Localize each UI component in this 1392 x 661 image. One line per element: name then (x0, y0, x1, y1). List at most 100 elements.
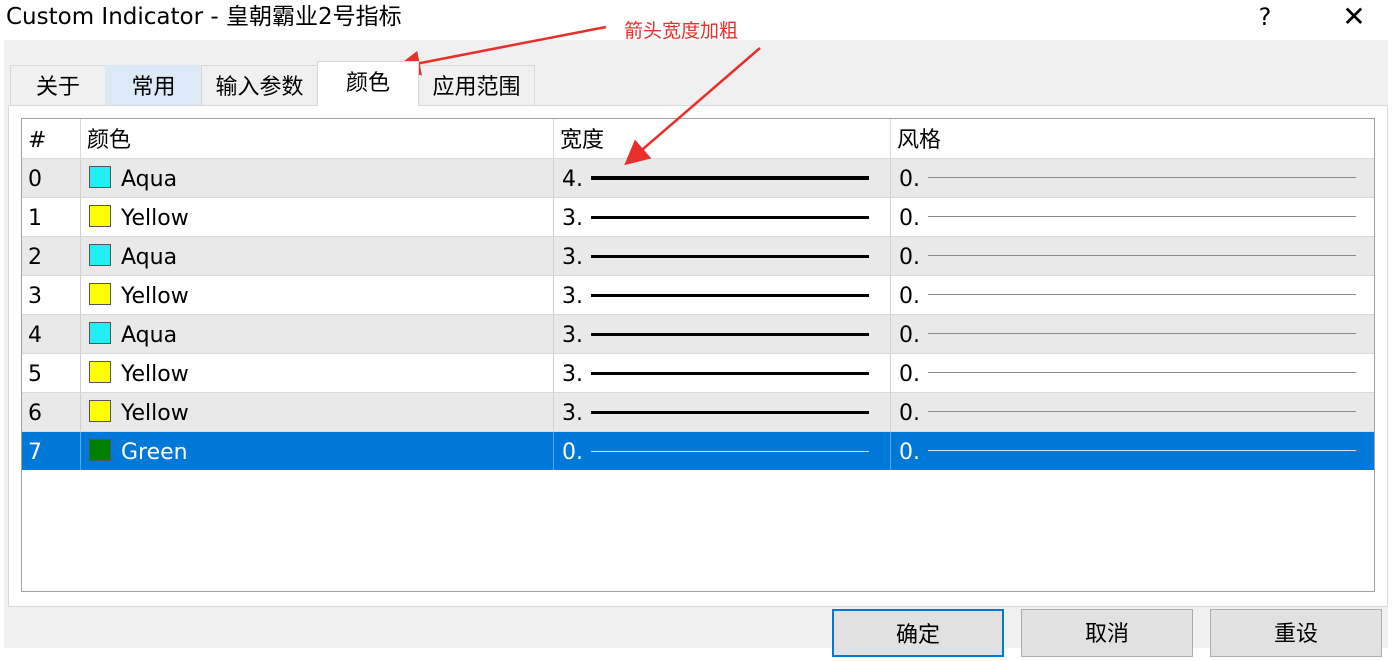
color-swatch[interactable] (89, 322, 111, 344)
color-name[interactable]: Yellow (121, 198, 541, 236)
table-row[interactable]: 5 Yellow 3. 0. (22, 353, 1374, 392)
table-row[interactable]: 7 Green 0. 0. (22, 431, 1374, 470)
width-value[interactable]: 3. (562, 276, 590, 314)
width-value[interactable]: 3. (562, 315, 590, 353)
width-preview-line (591, 451, 869, 452)
style-value[interactable]: 0. (899, 159, 927, 197)
style-value[interactable]: 0. (899, 432, 927, 470)
cancel-button[interactable]: 取消 (1021, 609, 1193, 657)
color-swatch[interactable] (89, 166, 111, 188)
width-preview-line (591, 216, 869, 219)
table-row[interactable]: 0 Aqua 4. 0. (22, 158, 1374, 197)
tab-colors[interactable]: 颜色 (317, 61, 419, 107)
row-index: 3 (28, 284, 42, 309)
cell-divider (80, 198, 81, 236)
row-index: 1 (28, 206, 42, 231)
cell-divider (553, 198, 554, 236)
color-name[interactable]: Aqua (121, 237, 541, 275)
cell-divider (890, 276, 891, 314)
header-color[interactable]: 颜色 (81, 119, 553, 158)
header-width[interactable]: 宽度 (554, 119, 890, 158)
width-preview-line (591, 176, 869, 180)
width-preview-line (591, 333, 869, 336)
cell-divider (553, 393, 554, 431)
color-name[interactable]: Yellow (121, 276, 541, 314)
style-preview-line (928, 450, 1356, 451)
help-button[interactable]: ? (1250, 0, 1280, 34)
table-row[interactable]: 6 Yellow 3. 0. (22, 392, 1374, 431)
color-name[interactable]: Aqua (121, 159, 541, 197)
width-value[interactable]: 3. (562, 354, 590, 392)
style-preview-line (928, 216, 1356, 217)
reset-button[interactable]: 重设 (1210, 609, 1382, 657)
cell-divider (890, 432, 891, 470)
width-value[interactable]: 0. (562, 432, 590, 470)
style-preview-line (928, 333, 1356, 334)
colors-table[interactable]: # 颜色 宽度 风格 0 Aqua 4. 0. 1 Yellow 3. 0. 2 Aqua 3. 0.… (21, 118, 1375, 592)
annotation-label: 箭头宽度加粗 (624, 20, 739, 42)
table-row[interactable]: 1 Yellow 3. 0. (22, 197, 1374, 236)
cell-divider (890, 315, 891, 353)
tab-common[interactable]: 常用 (105, 65, 202, 105)
cell-divider (553, 432, 554, 470)
cell-divider (80, 315, 81, 353)
style-value[interactable]: 0. (899, 198, 927, 236)
cell-divider (80, 432, 81, 470)
row-index: 4 (28, 323, 42, 348)
color-swatch[interactable] (89, 244, 111, 266)
cell-divider (80, 237, 81, 275)
cell-divider (553, 159, 554, 197)
color-swatch[interactable] (89, 439, 111, 461)
color-swatch[interactable] (89, 400, 111, 422)
header-index[interactable]: # (22, 119, 80, 158)
style-value[interactable]: 0. (899, 315, 927, 353)
ok-button[interactable]: 确定 (832, 609, 1004, 657)
color-name[interactable]: Yellow (121, 354, 541, 392)
style-value[interactable]: 0. (899, 276, 927, 314)
cell-divider (890, 393, 891, 431)
width-value[interactable]: 3. (562, 198, 590, 236)
row-index: 7 (28, 440, 42, 465)
color-name[interactable]: Green (121, 432, 541, 470)
width-value[interactable]: 3. (562, 237, 590, 275)
cell-divider (890, 354, 891, 392)
style-value[interactable]: 0. (899, 237, 927, 275)
cell-divider (80, 393, 81, 431)
color-name[interactable]: Yellow (121, 393, 541, 431)
table-row[interactable]: 4 Aqua 3. 0. (22, 314, 1374, 353)
cell-divider (890, 198, 891, 236)
color-swatch[interactable] (89, 205, 111, 227)
table-row[interactable]: 2 Aqua 3. 0. (22, 236, 1374, 275)
color-swatch[interactable] (89, 361, 111, 383)
style-preview-line (928, 294, 1356, 295)
row-index: 2 (28, 245, 42, 270)
window-title: Custom Indicator - 皇朝霸业2号指标 (6, 4, 402, 30)
width-preview-line (591, 411, 869, 414)
cell-divider (553, 237, 554, 275)
tab-about[interactable]: 关于 (10, 65, 106, 105)
row-index: 5 (28, 362, 42, 387)
table-header: # 颜色 宽度 风格 (22, 119, 1374, 158)
color-name[interactable]: Aqua (121, 315, 541, 353)
cell-divider (553, 354, 554, 392)
table-row[interactable]: 3 Yellow 3. 0. (22, 275, 1374, 314)
tab-inputs[interactable]: 输入参数 (201, 65, 318, 105)
cell-divider (553, 315, 554, 353)
color-swatch[interactable] (89, 283, 111, 305)
cell-divider (890, 237, 891, 275)
style-preview-line (928, 177, 1356, 178)
row-index: 0 (28, 167, 42, 192)
close-button[interactable]: ✕ (1334, 0, 1374, 34)
row-index: 6 (28, 401, 42, 426)
width-value[interactable]: 3. (562, 393, 590, 431)
cell-divider (890, 159, 891, 197)
tab-visualization[interactable]: 应用范围 (418, 65, 535, 105)
width-value[interactable]: 4. (562, 159, 590, 197)
style-value[interactable]: 0. (899, 354, 927, 392)
dialog-body: 关于 常用 输入参数 颜色 应用范围 # 颜色 宽度 风格 0 Aqua 4. 0. 1… (4, 40, 1388, 657)
header-style[interactable]: 风格 (891, 119, 1374, 158)
cell-divider (80, 354, 81, 392)
cell-divider (553, 276, 554, 314)
width-preview-line (591, 255, 869, 258)
style-value[interactable]: 0. (899, 393, 927, 431)
